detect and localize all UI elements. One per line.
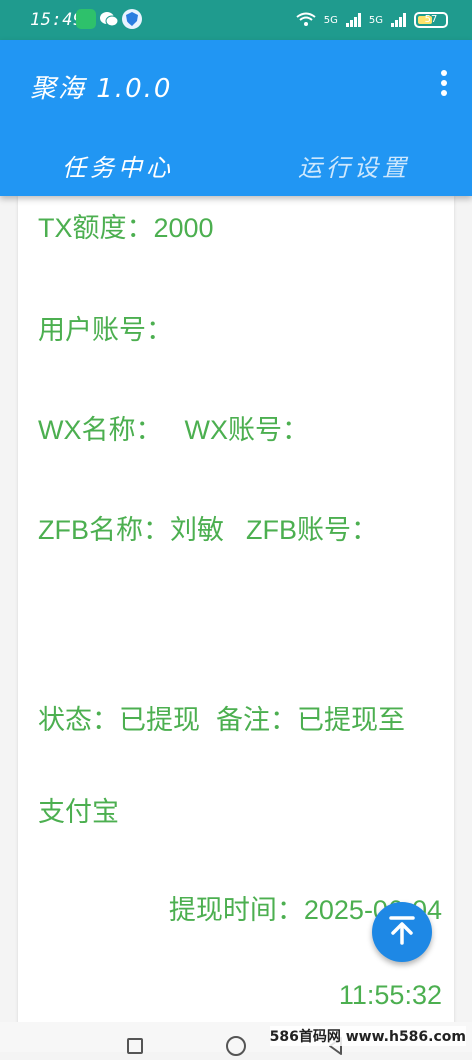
wechat-icon	[99, 9, 119, 29]
signal-icon-2	[391, 13, 406, 27]
app-bar: 聚海 1.0.0 任务中心 运行设置	[0, 40, 472, 196]
zfb-name-text: ZFB名称：刘敏	[38, 515, 224, 545]
network-type-1: 5G	[323, 14, 338, 26]
system-nav-bar: 586首码网 www.h586.com	[0, 1022, 472, 1056]
status-text: 状态：已提现	[38, 705, 200, 735]
quota-text: TX额度：2000	[38, 213, 214, 243]
zfb-account-text: ZFB账号：	[246, 515, 378, 545]
wx-name-text: WX名称：	[38, 415, 163, 445]
tab-bar: 任务中心 运行设置	[0, 138, 472, 192]
status-indicators: 5G 5G 57	[296, 9, 448, 31]
watermark-text: 586首码网 www.h586.com	[269, 1026, 466, 1046]
message-app-icon	[76, 9, 96, 29]
network-type-2: 5G	[368, 14, 383, 26]
home-icon[interactable]	[226, 1036, 246, 1056]
remark-continuation-text: 支付宝	[38, 797, 119, 827]
wifi-icon	[296, 12, 316, 29]
tab-task-center[interactable]: 任务中心	[0, 138, 236, 192]
battery-icon: 57	[414, 12, 448, 28]
withdraw-time-value: 11:55:32	[338, 980, 442, 1010]
app-title: 聚海 1.0.0	[30, 74, 173, 104]
status-line: 状态：已提现 备注：已提现至	[38, 698, 442, 737]
zfb-info-line: ZFB名称：刘敏 ZFB账号：	[38, 508, 442, 547]
tab-run-settings[interactable]: 运行设置	[236, 138, 472, 192]
arrow-up-to-top-icon	[385, 913, 419, 951]
status-bar: 15:49 5G 5G 57	[0, 0, 472, 40]
scroll-to-top-button[interactable]	[372, 902, 432, 962]
signal-icon-1	[345, 13, 361, 27]
withdrawal-record-card: TX额度：2000 用户账号： WX名称： WX账号： ZFB名称：刘敏 ZFB账号…	[18, 196, 454, 1026]
wx-account-text: WX账号：	[184, 415, 310, 445]
remark-text: 备注：已提现至	[216, 705, 405, 735]
wx-info-line: WX名称： WX账号：	[38, 408, 442, 447]
user-account-text: 用户账号：	[38, 315, 173, 345]
more-vert-icon[interactable]	[434, 66, 454, 100]
battery-level: 57	[424, 14, 438, 25]
security-app-icon	[122, 9, 142, 29]
